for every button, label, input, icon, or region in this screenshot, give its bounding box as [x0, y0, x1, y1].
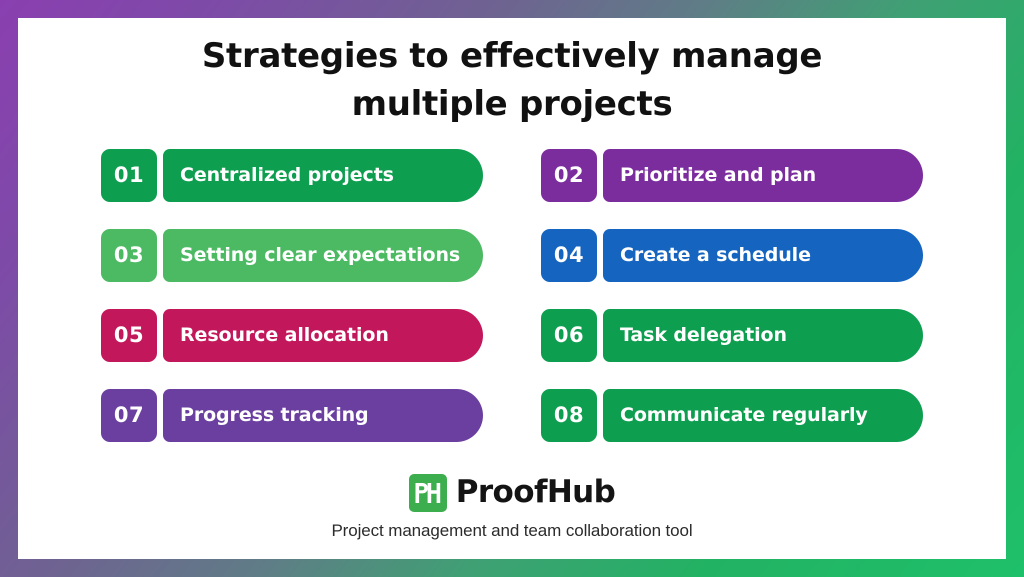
page-title-line-2: multiple projects	[351, 84, 673, 125]
proofhub-wordmark: ProofHub	[455, 474, 616, 511]
page-title: Strategies to effectively manage multipl…	[18, 18, 1006, 129]
strategy-item-02: 02 Prioritize and plan	[541, 148, 923, 202]
strategy-label-bar: Communicate regularly	[603, 388, 923, 442]
page-title-line-1: Strategies to effectively manage	[201, 36, 823, 76]
strategy-label-bar: Progress tracking	[163, 388, 483, 442]
poster-canvas: Strategies to effectively manage multipl…	[18, 18, 1006, 559]
strategy-item-08: 08 Communicate regularly	[541, 388, 923, 442]
strategy-number-badge: 04	[541, 228, 597, 282]
strategy-item-05: 05 Resource allocation	[101, 308, 483, 362]
strategy-label-bar: Setting clear expectations	[163, 228, 483, 282]
strategy-number-badge: 05	[101, 308, 157, 362]
strategy-item-06: 06 Task delegation	[541, 308, 923, 362]
strategy-number-badge: 03	[101, 228, 157, 282]
strategy-label-bar: Prioritize and plan	[603, 148, 923, 202]
strategy-number-badge: 01	[101, 148, 157, 202]
proofhub-logo-icon	[408, 473, 447, 512]
strategy-number-badge: 06	[541, 308, 597, 362]
strategy-number-badge: 08	[541, 388, 597, 442]
brand-tagline: Project management and team collaboratio…	[331, 520, 693, 540]
strategy-label-bar: Resource allocation	[163, 308, 483, 362]
strategy-item-01: 01 Centralized projects	[101, 148, 483, 202]
strategy-label-bar: Centralized projects	[163, 148, 483, 202]
strategy-item-04: 04 Create a schedule	[541, 228, 923, 282]
strategy-list: 01 Centralized projects 02 Prioritize an…	[18, 148, 1006, 442]
strategy-label-bar: Task delegation	[603, 308, 923, 362]
poster-frame: Strategies to effectively manage multipl…	[0, 0, 1024, 577]
strategy-item-07: 07 Progress tracking	[101, 388, 483, 442]
strategy-item-03: 03 Setting clear expectations	[101, 228, 483, 282]
brand-lockup: ProofHub	[18, 473, 1006, 512]
strategy-label-bar: Create a schedule	[603, 228, 923, 282]
strategy-number-badge: 02	[541, 148, 597, 202]
strategy-number-badge: 07	[101, 388, 157, 442]
